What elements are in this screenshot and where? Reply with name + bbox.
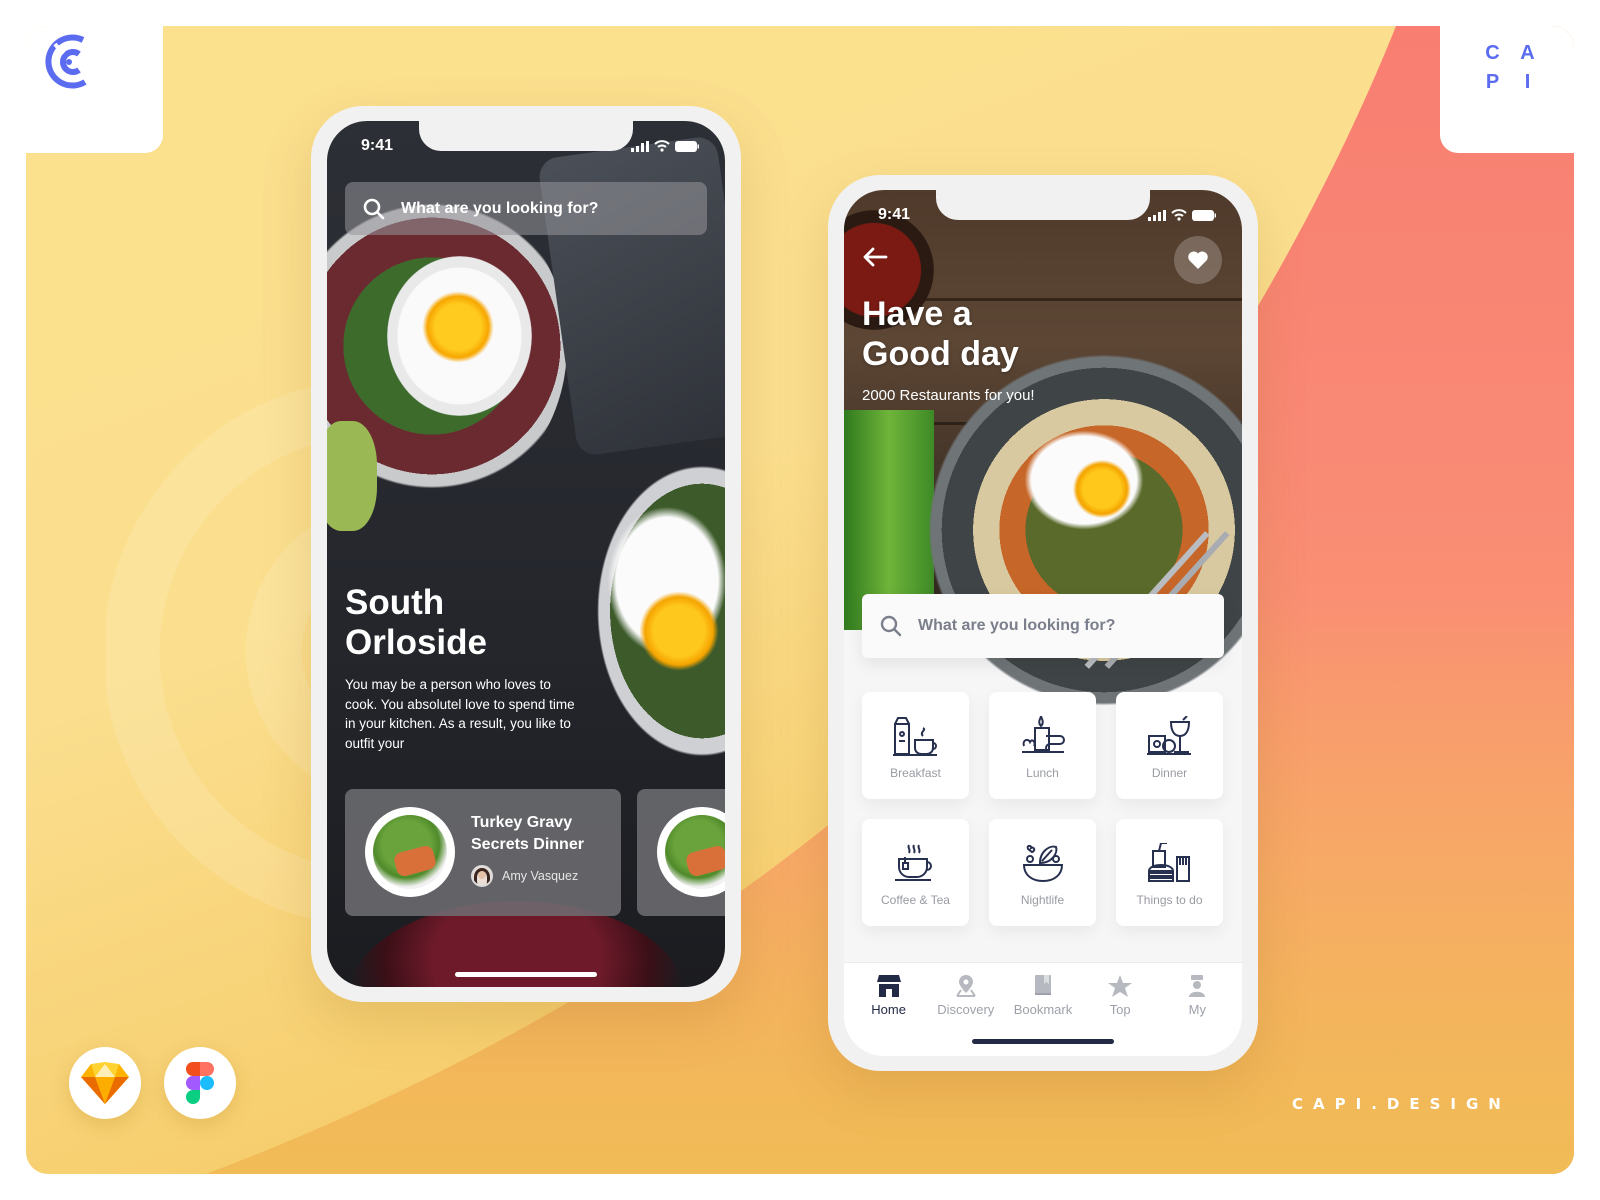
title-line: Orloside — [345, 623, 487, 662]
category-nightlife[interactable]: Nightlife — [989, 819, 1096, 926]
wordmark-letter: I — [1524, 71, 1531, 93]
title-line: Have a — [862, 295, 972, 333]
status-icons — [631, 140, 699, 152]
home-indicator — [455, 972, 597, 977]
recipe-thumbnail — [365, 807, 455, 897]
back-button[interactable] — [862, 246, 888, 273]
wordmark-letter: C — [1485, 42, 1500, 64]
site-brand-mark: CAPI.DESIGN — [1292, 1095, 1511, 1113]
tab-discovery[interactable]: Discovery — [928, 975, 1004, 1017]
sketch-badge — [69, 1047, 141, 1119]
category-dinner[interactable]: Dinner — [1116, 692, 1223, 799]
recipe-title-line: Secrets Dinner — [471, 836, 584, 853]
capi-wordmark: C A P I — [1480, 42, 1540, 94]
location-description: You may be a person who loves to cook. Y… — [345, 677, 575, 751]
category-grid: Breakfast Lunch Dinner Coffee & Tea Nigh… — [862, 692, 1224, 926]
star-icon — [1108, 975, 1133, 997]
home-indicator — [972, 1039, 1114, 1044]
avocado-image — [327, 421, 377, 531]
category-lunch[interactable]: Lunch — [989, 692, 1096, 799]
chef-icon — [1189, 975, 1206, 997]
heart-icon — [1188, 251, 1208, 269]
tab-home[interactable]: Home — [851, 975, 927, 1017]
figma-badge — [164, 1047, 236, 1119]
capi-c-logo-icon — [45, 34, 87, 89]
category-label: Breakfast — [890, 766, 941, 780]
status-time: 9:41 — [878, 206, 911, 223]
search-icon — [880, 615, 902, 637]
recipe-title: Turkey Gravy Secrets Dinner — [471, 812, 611, 856]
tab-my[interactable]: My — [1159, 975, 1235, 1017]
device-notch — [419, 121, 633, 151]
category-things-to-do[interactable]: Things to do — [1116, 819, 1223, 926]
figma-icon — [186, 1062, 214, 1104]
device-notch — [936, 190, 1150, 220]
phone-right-mockup: 9:41 Have a Good day 2000 Restaurants fo… — [828, 175, 1258, 1071]
title-line: South — [345, 583, 445, 622]
breakfast-icon — [892, 717, 937, 756]
background-card — [26, 26, 1574, 1174]
dinner-icon — [1146, 716, 1191, 755]
greeting-title: Have a Good day — [862, 294, 1019, 374]
category-breakfast[interactable]: Breakfast — [862, 692, 969, 799]
author-avatar — [471, 865, 493, 887]
status-icons — [1148, 209, 1216, 221]
phone-left-mockup: 9:41 What are you looking for? South Orl… — [311, 106, 741, 1002]
title-line: Good day — [862, 335, 1019, 373]
signal-icon — [1148, 210, 1166, 221]
recipe-card[interactable]: Turkey Gravy Secrets Dinner Amy Vasquez — [345, 789, 621, 916]
recipe-author: Amy Vasquez — [471, 865, 578, 887]
sketch-diamond-icon — [81, 1062, 129, 1104]
search-bar[interactable]: What are you looking for? — [862, 594, 1224, 658]
lunch-icon — [1021, 716, 1065, 753]
tab-label: Bookmark — [1013, 1002, 1073, 1017]
tab-label: My — [1188, 1002, 1207, 1017]
things-to-do-icon — [1147, 843, 1190, 882]
phone-right-screen: 9:41 Have a Good day 2000 Restaurants fo… — [844, 190, 1242, 1056]
recipe-thumbnail — [657, 807, 725, 897]
restaurant-count: 2000 Restaurants for you! — [862, 387, 1035, 404]
tab-label: Home — [871, 1002, 906, 1017]
category-label: Coffee & Tea — [881, 893, 950, 907]
wordmark-letter: A — [1520, 42, 1535, 64]
status-time: 9:41 — [361, 137, 394, 154]
nightlife-icon — [1022, 844, 1063, 883]
phone-left-screen: 9:41 What are you looking for? South Orl… — [327, 121, 725, 987]
search-placeholder: What are you looking for? — [918, 617, 1116, 634]
coffee-tea-icon — [894, 844, 932, 881]
store-icon — [876, 975, 901, 997]
location-title: South Orloside — [345, 583, 487, 663]
category-label: Lunch — [1026, 766, 1059, 780]
egg-yolk-image — [1072, 460, 1132, 518]
battery-icon — [1192, 210, 1216, 221]
tab-label: Discovery — [937, 1002, 995, 1017]
recipe-title-line: Turkey Gravy — [471, 814, 573, 831]
tab-top[interactable]: Top — [1082, 975, 1158, 1017]
tab-bookmark[interactable]: Bookmark — [1005, 975, 1081, 1017]
map-pin-icon — [955, 975, 976, 997]
search-placeholder: What are you looking for? — [401, 199, 599, 217]
favorite-button[interactable] — [1174, 236, 1222, 284]
second-yolk-image — [639, 591, 719, 671]
search-bar[interactable]: What are you looking for? — [345, 182, 707, 235]
wifi-icon — [1171, 209, 1187, 221]
tab-label: Top — [1109, 1002, 1131, 1017]
author-name: Amy Vasquez — [502, 869, 579, 883]
arrow-left-icon — [863, 247, 888, 267]
signal-icon — [631, 141, 649, 152]
category-label: Things to do — [1136, 893, 1203, 907]
bookmark-icon — [1034, 975, 1051, 995]
search-icon — [363, 198, 385, 219]
battery-icon — [675, 141, 699, 152]
wordmark-letter: P — [1485, 71, 1500, 93]
wifi-icon — [654, 140, 670, 152]
recipe-card[interactable] — [637, 789, 725, 916]
egg-yolk-image — [422, 291, 494, 363]
category-label: Nightlife — [1020, 893, 1065, 907]
category-coffee-tea[interactable]: Coffee & Tea — [862, 819, 969, 926]
category-label: Dinner — [1151, 766, 1188, 780]
